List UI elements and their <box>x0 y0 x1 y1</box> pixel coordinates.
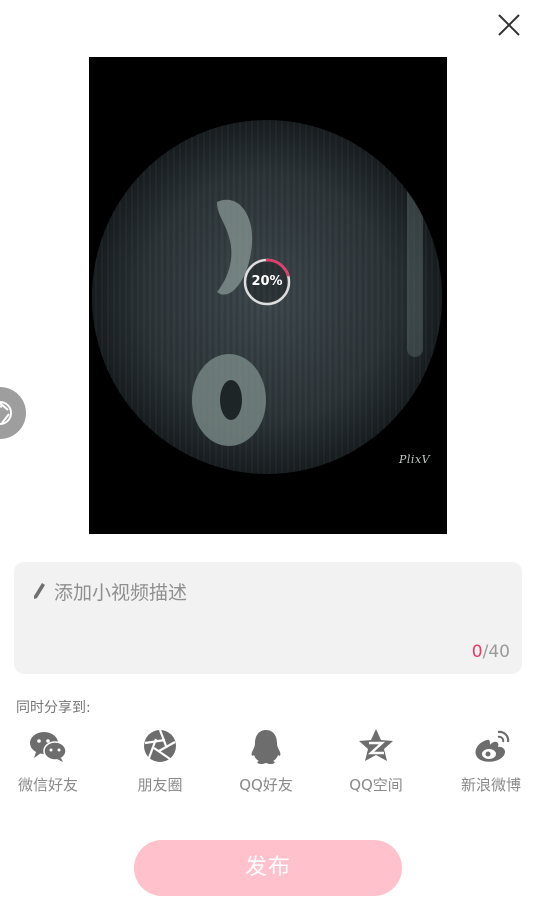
share-wechat-friends[interactable]: 微信好友 <box>3 726 93 795</box>
share-label-weibo: 新浪微博 <box>460 776 521 794</box>
pencil-icon <box>34 583 45 599</box>
video-preview[interactable]: 20% PlixV <box>89 57 447 534</box>
publish-button[interactable]: 发布 <box>134 840 402 896</box>
share-label-qq-friends: QQ好友 <box>239 776 293 794</box>
close-icon <box>498 14 520 36</box>
description-placeholder: 添加小视频描述 <box>54 582 188 604</box>
moments-icon <box>144 729 176 762</box>
share-label-qzone: QQ空间 <box>349 776 403 794</box>
close-button[interactable] <box>494 10 524 40</box>
character-counter: 0/40 <box>472 642 510 662</box>
share-label-moments: 朋友圈 <box>137 776 183 794</box>
weibo-icon <box>475 730 510 762</box>
share-weibo[interactable]: 新浪微博 <box>446 726 536 795</box>
upload-progress-text: 20% <box>251 274 283 289</box>
share-qzone[interactable]: QQ空间 <box>331 726 421 795</box>
description-input[interactable]: 添加小视频描述 0/40 <box>14 562 522 674</box>
share-qq-friends[interactable]: QQ好友 <box>221 726 311 795</box>
qq-icon <box>251 730 281 764</box>
share-moments[interactable]: 朋友圈 <box>115 726 205 795</box>
wechat-icon <box>30 732 67 762</box>
video-watermark: PlixV <box>399 453 431 466</box>
share-options: 微信好友 朋友圈 QQ好友 QQ空间 新浪微博 <box>0 726 540 806</box>
camera-aperture-icon <box>0 401 12 425</box>
floating-camera-button[interactable] <box>0 387 26 439</box>
qzone-icon <box>359 729 393 761</box>
character-count-current: 0 <box>471 642 483 662</box>
publish-video-page: 20% PlixV 添加小视频描述 0/40 同时分享到: 微信好友 朋友圈 Q… <box>0 0 540 915</box>
character-count-max: 40 <box>488 642 510 662</box>
share-label-wechat-friends: 微信好友 <box>17 776 78 794</box>
share-section-title: 同时分享到: <box>16 700 91 716</box>
